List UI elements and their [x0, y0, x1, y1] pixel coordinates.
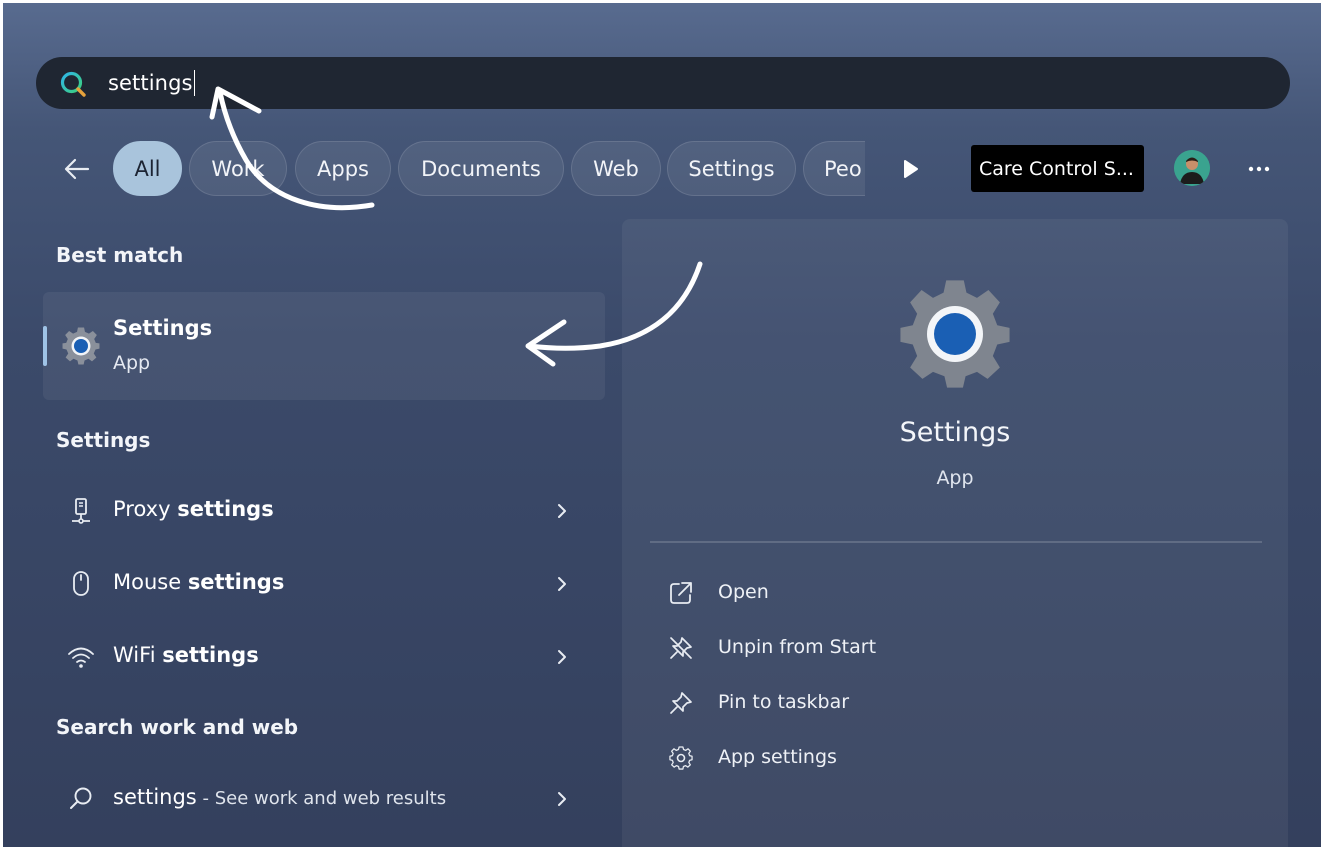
search-query: settings: [108, 71, 193, 95]
avatar-person-icon: [1174, 150, 1210, 186]
filter-chip-web[interactable]: Web: [571, 141, 661, 196]
chevron-right-icon[interactable]: [555, 574, 569, 594]
settings-section-heading: Settings: [56, 428, 151, 452]
organization-badge[interactable]: Care Control S...: [971, 145, 1144, 192]
label-prefix: WiFi: [113, 643, 163, 667]
mouse-icon: [73, 571, 89, 596]
search-bar[interactable]: settings: [36, 57, 1290, 109]
result-wifi-settings[interactable]: WiFi settings: [43, 627, 605, 687]
more-options-icon[interactable]: [1243, 153, 1275, 185]
search-icon: [70, 787, 92, 809]
text-caret: [193, 70, 196, 96]
label-match: settings: [187, 570, 285, 594]
result-proxy-settings[interactable]: Proxy settings: [43, 481, 605, 541]
divider: [650, 541, 1262, 543]
action-label: Open: [718, 581, 769, 603]
action-pin-to-taskbar[interactable]: Pin to taskbar: [668, 684, 1068, 724]
label-prefix: Proxy: [113, 497, 178, 521]
web-search-label: settings - See work and web results: [113, 785, 446, 809]
web-hint: - See work and web results: [196, 788, 447, 809]
label-prefix: Mouse: [113, 570, 188, 594]
filter-chip-all[interactable]: All: [113, 141, 182, 196]
open-external-icon: [670, 582, 692, 604]
settings-gear-icon: [62, 327, 100, 365]
best-match-subtitle: App: [113, 352, 151, 374]
chevron-right-icon[interactable]: [555, 647, 569, 667]
web-section-heading: Search work and web: [56, 715, 299, 739]
start-search-panel: settings All Work Apps Documents Web Set…: [3, 3, 1321, 847]
unpin-icon: [670, 637, 692, 659]
action-app-settings[interactable]: App settings: [668, 739, 1068, 779]
mouse-settings-label: Mouse settings: [113, 570, 284, 594]
filter-chip-documents[interactable]: Documents: [398, 141, 564, 196]
proxy-settings-label: Proxy settings: [113, 497, 274, 521]
detail-title: Settings: [899, 417, 1011, 448]
action-unpin-from-start[interactable]: Unpin from Start: [668, 629, 1068, 669]
proxy-icon: [72, 498, 90, 524]
pin-icon: [670, 692, 692, 714]
action-label: Unpin from Start: [718, 636, 877, 658]
filter-chip-apps[interactable]: Apps: [295, 141, 391, 196]
filter-chip-people[interactable]: Peo: [803, 141, 865, 196]
action-label: App settings: [718, 746, 837, 768]
best-match-title: Settings: [113, 316, 213, 340]
scroll-right-icon[interactable]: [901, 158, 921, 180]
best-match-heading: Best match: [56, 243, 184, 267]
search-icon: [60, 71, 86, 97]
chevron-right-icon[interactable]: [555, 501, 569, 521]
back-arrow-icon[interactable]: [61, 153, 93, 185]
wifi-icon: [68, 647, 94, 668]
settings-gear-icon: [900, 280, 1010, 388]
result-web-search[interactable]: settings - See work and web results: [43, 769, 605, 829]
result-mouse-settings[interactable]: Mouse settings: [43, 554, 605, 614]
detail-pane: Settings App Open Unpin from Start Pin t: [622, 219, 1288, 847]
best-match-result[interactable]: Settings App: [43, 292, 605, 400]
gear-icon: [669, 746, 693, 770]
web-query: settings: [113, 785, 197, 809]
label-match: settings: [162, 643, 259, 667]
label-match: settings: [177, 497, 274, 521]
action-open[interactable]: Open: [668, 574, 1068, 614]
detail-subtitle: App: [936, 467, 974, 489]
search-input[interactable]: settings: [108, 69, 196, 97]
wifi-settings-label: WiFi settings: [113, 643, 259, 667]
filter-chip-work[interactable]: Work: [189, 141, 287, 196]
action-label: Pin to taskbar: [718, 691, 850, 713]
selection-indicator: [43, 326, 47, 366]
chevron-right-icon[interactable]: [555, 789, 569, 809]
filter-chip-settings[interactable]: Settings: [667, 141, 796, 196]
avatar[interactable]: [1174, 150, 1210, 186]
